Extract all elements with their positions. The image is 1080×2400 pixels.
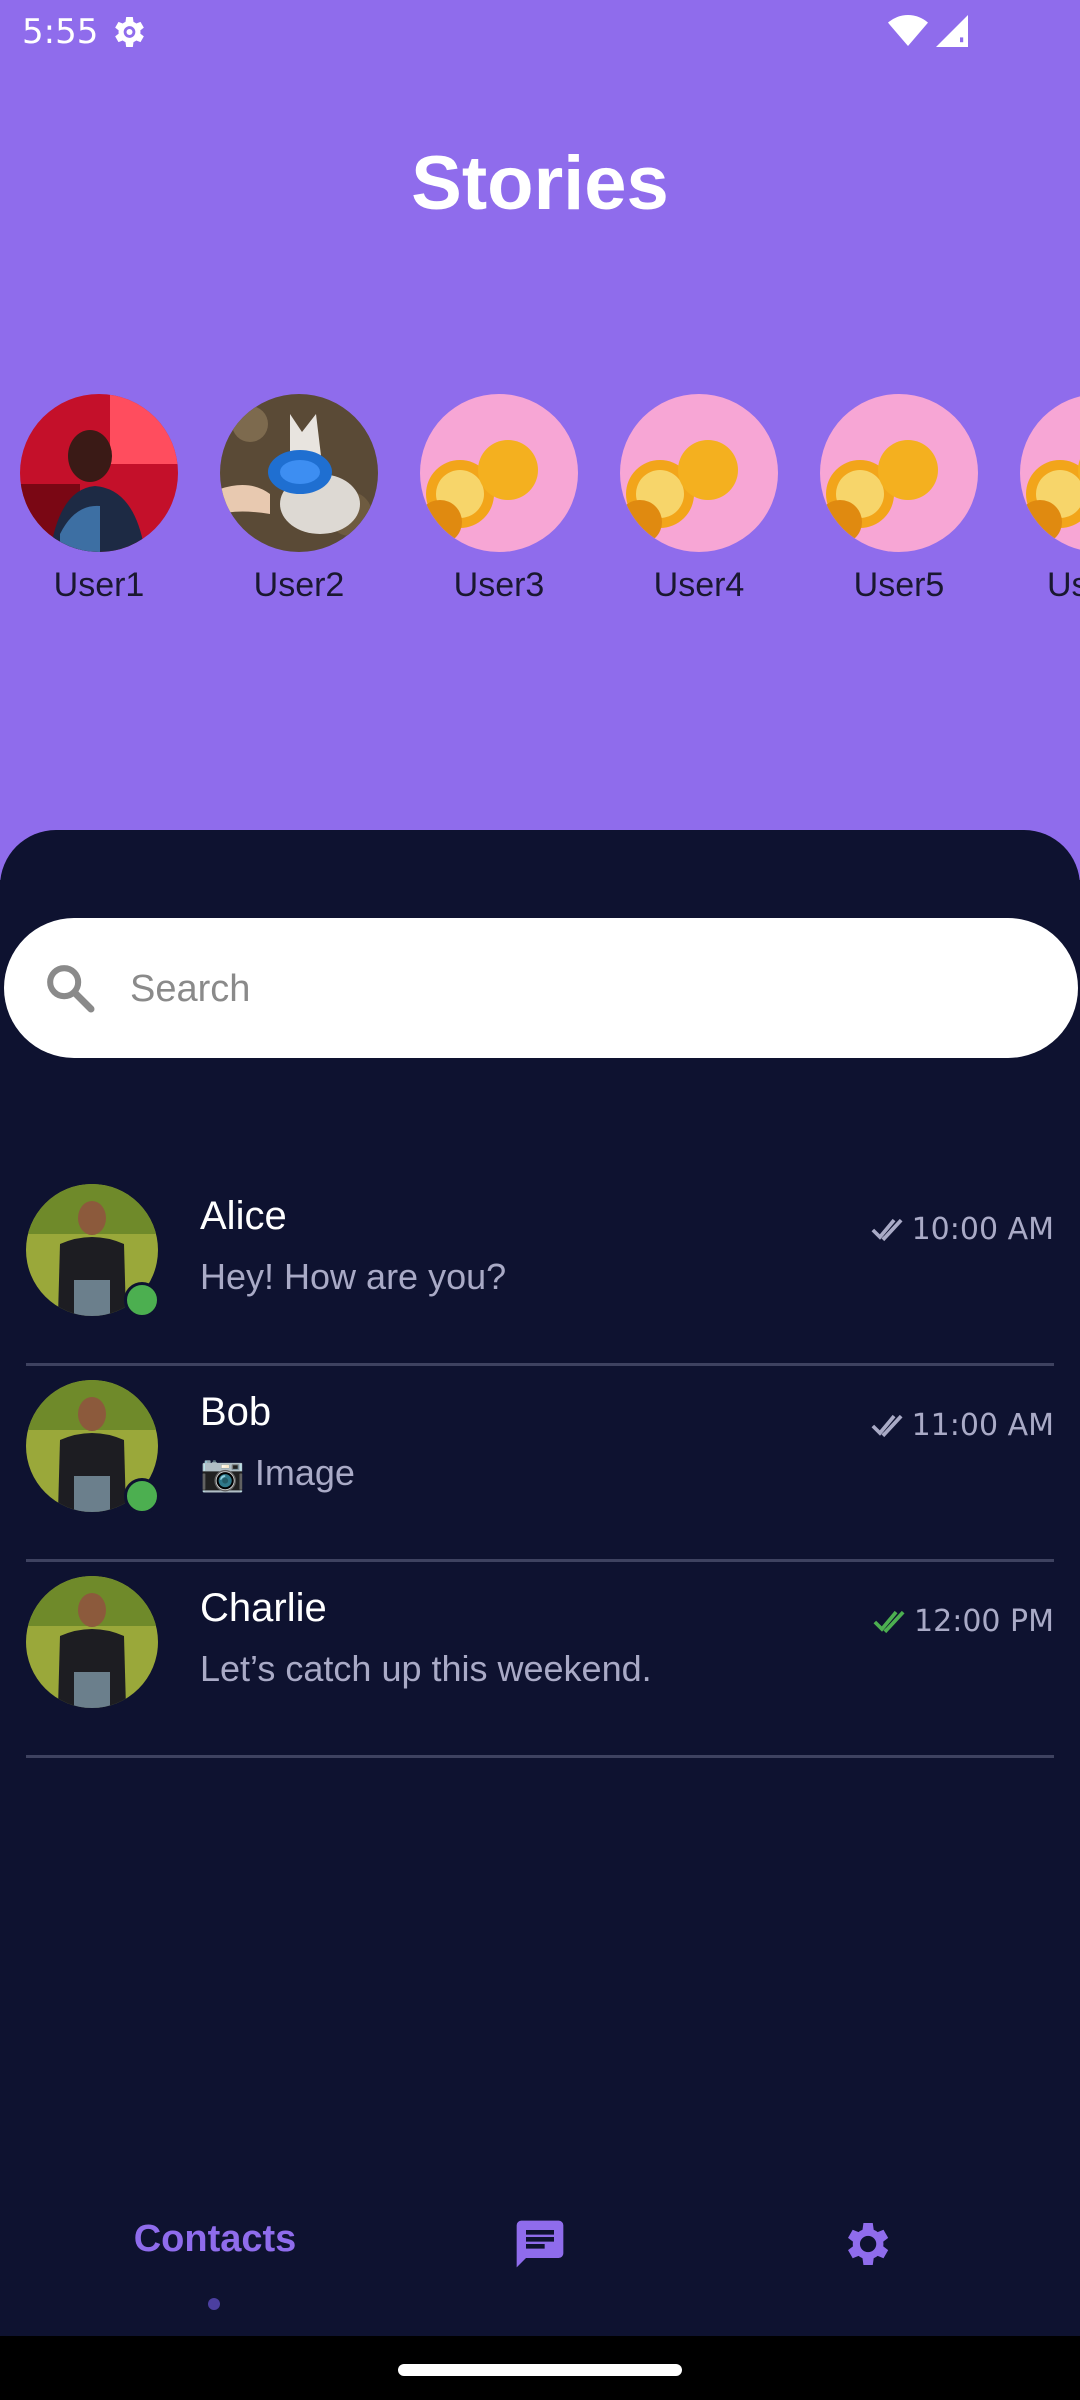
man-red-light-photo xyxy=(20,394,178,552)
status-bar: 5:55 xyxy=(0,0,1080,64)
message-time: 12:00 PM xyxy=(914,1604,1054,1639)
story-user3[interactable]: User3 xyxy=(419,394,579,605)
dog-frisbee-photo xyxy=(220,394,378,552)
search-icon xyxy=(47,965,95,1013)
search-input[interactable] xyxy=(128,952,1032,1026)
story-avatar xyxy=(620,394,778,552)
nav-contacts[interactable]: Contacts xyxy=(110,2218,320,2261)
lemons-pink-photo xyxy=(1020,394,1080,552)
lemons-pink-photo xyxy=(820,394,978,552)
story-avatar xyxy=(20,394,178,552)
story-user4[interactable]: User4 xyxy=(619,394,779,605)
cell-signal-icon xyxy=(936,15,968,47)
avatar xyxy=(26,1576,158,1708)
last-message: 📷 Image xyxy=(200,1452,355,1493)
chat-icon[interactable] xyxy=(512,2216,568,2272)
last-message: Hey! How are you? xyxy=(200,1256,507,1297)
chat-row-alice[interactable]: Alice Hey! How are you? 10:00 AM xyxy=(26,1170,1054,1366)
online-status-dot xyxy=(124,1282,160,1318)
story-label: User2 xyxy=(253,566,345,604)
story-label: Us xyxy=(1047,566,1080,604)
chat-list: Alice Hey! How are you? 10:00 AM Bob 📷 I… xyxy=(26,1170,1054,1758)
wifi-icon xyxy=(888,15,928,46)
contact-name: Charlie xyxy=(200,1586,327,1630)
last-message: Let’s catch up this weekend. xyxy=(200,1648,652,1689)
message-meta: 10:00 AM xyxy=(870,1212,1054,1247)
settings-gear-icon xyxy=(115,17,144,47)
chat-row-bob[interactable]: Bob 📷 Image 11:00 AM xyxy=(26,1366,1054,1562)
story-avatar xyxy=(420,394,578,552)
message-time: 10:00 AM xyxy=(911,1212,1054,1247)
active-indicator-dot xyxy=(208,2298,220,2310)
contact-name: Bob xyxy=(200,1390,272,1434)
home-indicator[interactable] xyxy=(398,2364,682,2376)
search-bar[interactable] xyxy=(4,918,1078,1058)
lemons-pink-photo xyxy=(420,394,578,552)
story-label: User1 xyxy=(53,566,145,604)
online-status-dot xyxy=(124,1478,160,1514)
man-portrait-photo xyxy=(26,1576,158,1708)
bottom-navigation: Contacts xyxy=(0,2190,1080,2336)
story-avatar xyxy=(220,394,378,552)
story-user1[interactable]: User1 xyxy=(19,394,179,605)
double-check-icon xyxy=(871,1218,903,1241)
stories-header-panel: 5:55 Stories User1 User2 User3 User4 Use… xyxy=(0,0,1080,880)
story-label: User3 xyxy=(453,566,545,604)
lemons-pink-photo xyxy=(620,394,778,552)
story-user5[interactable]: User5 xyxy=(819,394,979,605)
double-check-read-icon xyxy=(873,1610,905,1633)
chat-row-charlie[interactable]: Charlie Let’s catch up this weekend. 12:… xyxy=(26,1562,1054,1758)
story-user2[interactable]: User2 xyxy=(219,394,379,605)
page-title: Stories xyxy=(411,141,669,226)
story-avatar xyxy=(1020,394,1080,552)
message-meta: 12:00 PM xyxy=(872,1604,1054,1639)
story-label: User5 xyxy=(853,566,945,604)
story-avatar xyxy=(820,394,978,552)
message-meta: 11:00 AM xyxy=(870,1408,1054,1443)
status-time: 5:55 xyxy=(22,12,99,52)
settings-icon[interactable] xyxy=(838,2216,894,2272)
contact-name: Alice xyxy=(200,1194,287,1238)
double-check-icon xyxy=(871,1414,903,1437)
system-navigation-bar xyxy=(0,2336,1080,2400)
story-label: User4 xyxy=(653,566,745,604)
message-time: 11:00 AM xyxy=(911,1408,1054,1443)
stories-row[interactable]: User1 User2 User3 User4 User5 U xyxy=(0,394,1080,624)
story-user6[interactable]: Us xyxy=(1019,394,1080,605)
